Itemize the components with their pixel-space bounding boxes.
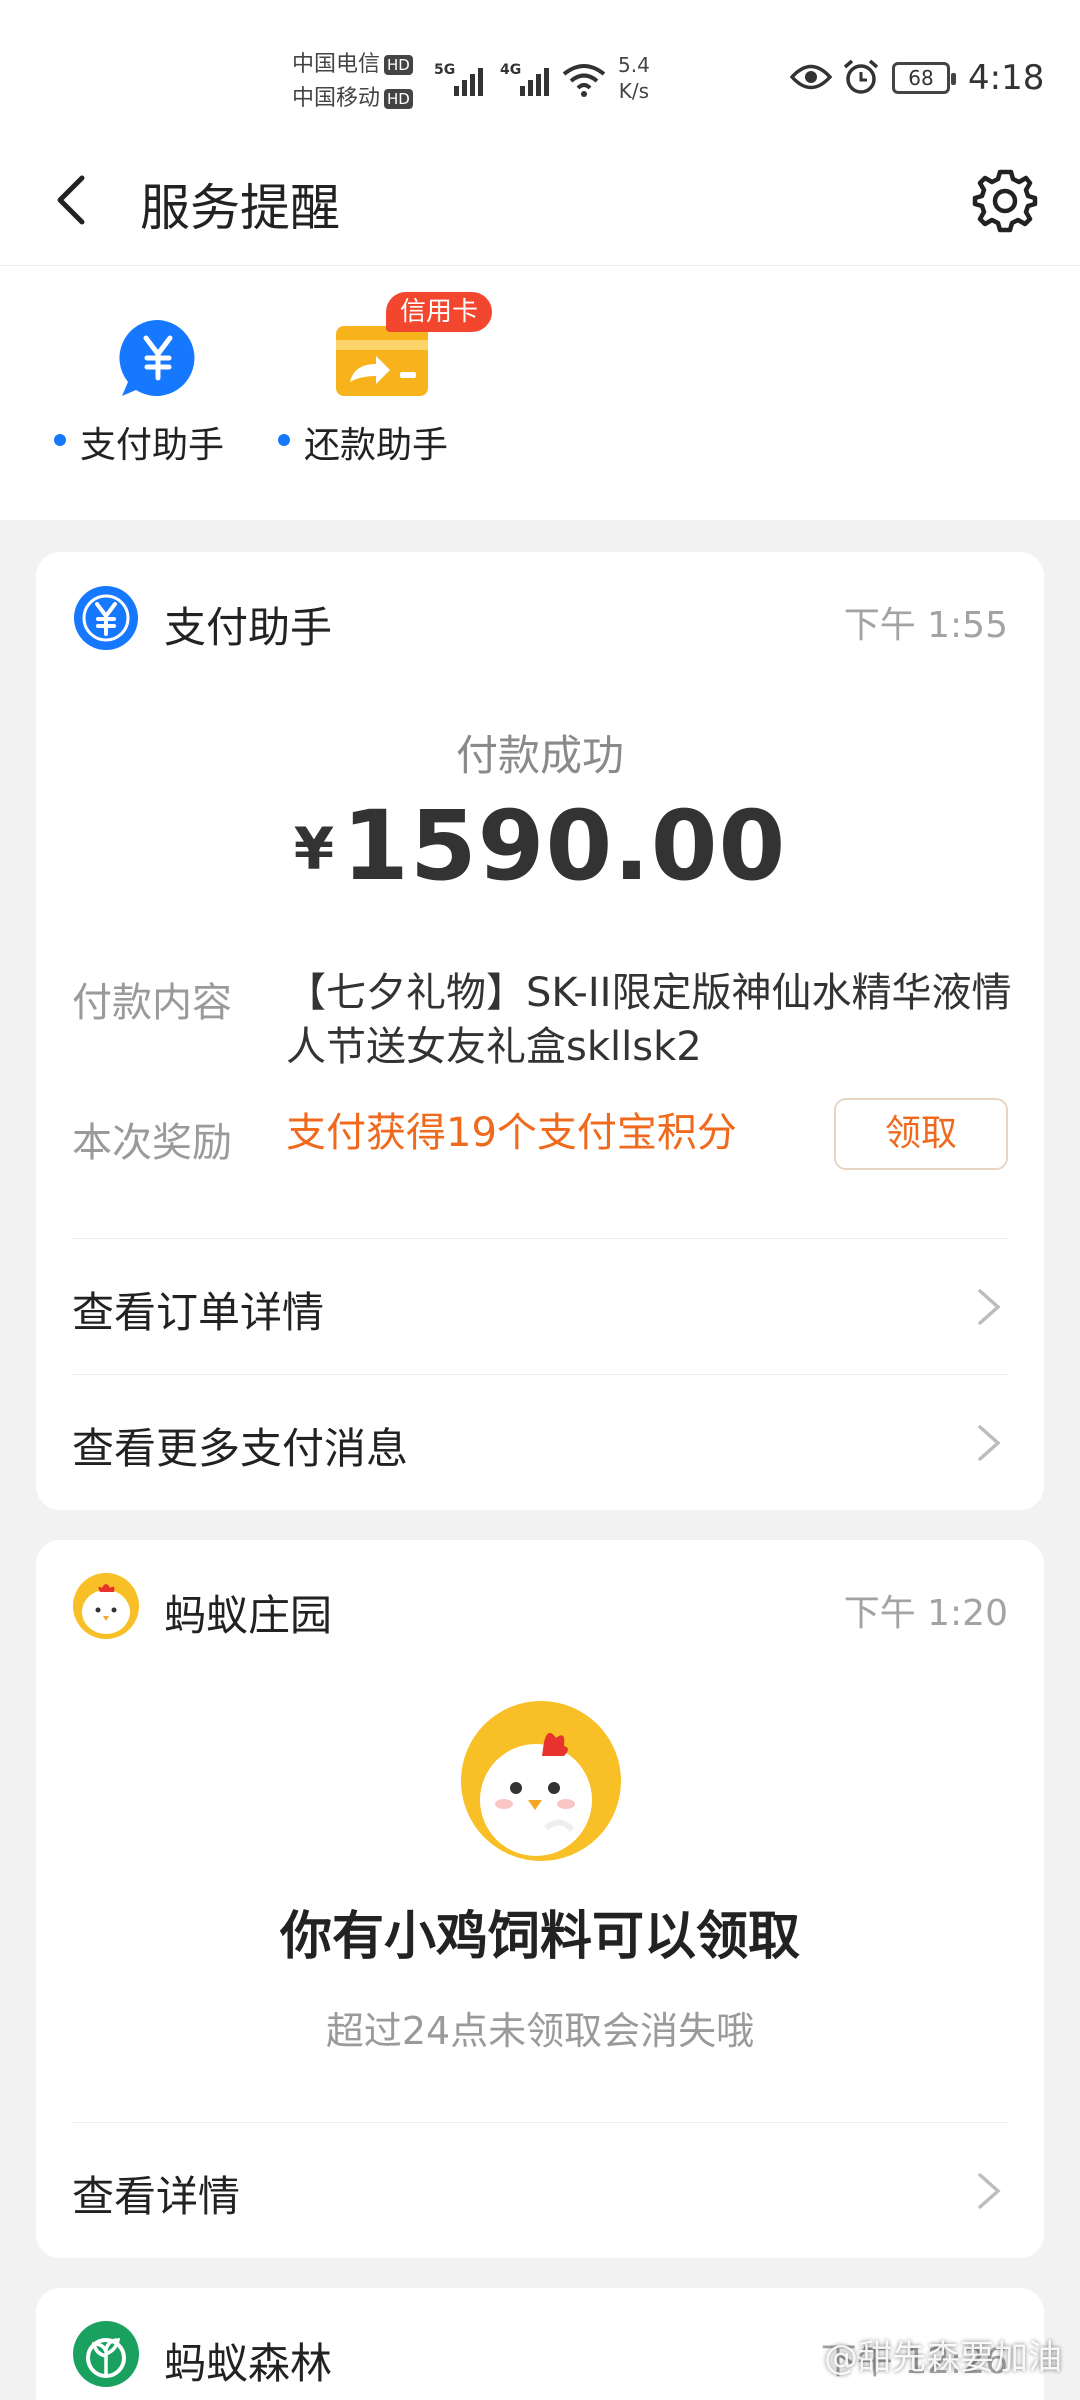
watermark: @甜先森要加油: [824, 2338, 1062, 2378]
view-detail-link[interactable]: 查看详情: [72, 2122, 1008, 2258]
eye-icon: [790, 64, 832, 90]
chevron-right-icon: [978, 1289, 1001, 1325]
carrier-info: 中国电信 HD 中国移动 HD: [292, 48, 413, 116]
nav-header: 服务提醒: [0, 140, 1080, 266]
payment-amount: ¥1590.00: [36, 790, 1044, 902]
chevron-left-icon[interactable]: [44, 170, 104, 230]
yuan-chat-icon: [119, 319, 195, 396]
card-header: 支付助手 下午 1:55: [72, 582, 1008, 654]
yuan-coin-icon: [74, 586, 138, 650]
sprout-icon: [73, 2321, 139, 2387]
gear-icon[interactable]: [970, 166, 1040, 236]
order-detail-link[interactable]: 查看订单详情: [72, 1238, 1008, 1374]
feed-subline: 超过24点未领取会消失哦: [325, 2009, 755, 2053]
signal-5g-icon: 5G: [434, 60, 494, 96]
alarm-icon: [843, 59, 879, 94]
feed-headline: 你有小鸡饲料可以领取: [279, 1907, 800, 1967]
carrier-1: 中国电信: [292, 52, 381, 77]
battery-icon: 68: [892, 62, 956, 94]
chick-illustration: [461, 1701, 621, 1861]
chick-avatar-icon: [73, 1573, 139, 1639]
clock: 4:18: [968, 58, 1045, 98]
content-value: 【七夕礼物】SK-II限定版神仙水精华液情人节送女友礼盒skllsk2: [286, 970, 1012, 1070]
card-sender-name: 蚂蚁森林: [164, 2339, 333, 2388]
more-payments-link[interactable]: 查看更多支付消息: [72, 1374, 1008, 1510]
hd-badge: HD: [384, 55, 413, 75]
card-header: 蚂蚁庄园 下午 1:20: [72, 1570, 1008, 1642]
credit-card-badge: 信用卡: [386, 292, 493, 332]
page-title: 服务提醒: [140, 179, 340, 237]
payment-status: 付款成功: [455, 731, 624, 780]
quick-entry-label: 还款助手: [277, 416, 448, 468]
link-label: 查看订单详情: [72, 1288, 325, 1337]
wifi-icon: [562, 64, 606, 97]
hd-badge: HD: [384, 89, 413, 109]
content-label: 付款内容: [72, 980, 232, 1026]
card-timestamp: 下午 1:55: [843, 605, 1008, 646]
card-sender-name: 支付助手: [164, 603, 333, 652]
reward-label: 本次奖励: [72, 1120, 232, 1166]
link-label: 查看更多支付消息: [72, 1424, 409, 1473]
card-repay-icon: [336, 326, 428, 396]
card-timestamp: 下午 1:20: [843, 1593, 1008, 1634]
pay-assistant-card: 支付助手 下午 1:55 付款成功 ¥1590.00 付款内容 【七夕礼物】SK…: [36, 552, 1044, 1510]
network-speed: 5.4 K/s: [618, 53, 650, 103]
currency-symbol: ¥: [293, 815, 335, 883]
carrier-2: 中国移动: [292, 86, 381, 111]
chevron-right-icon: [978, 1425, 1001, 1461]
ant-farm-card: 蚂蚁庄园 下午 1:20 你有小鸡饲料可以领取 超过24点未领取会消失哦 查看详…: [36, 1540, 1044, 2258]
amount-value: 1590.00: [342, 790, 787, 902]
link-label: 查看详情: [72, 2172, 241, 2221]
quick-entries: 支付助手 信用卡 还款助手: [0, 266, 1080, 520]
quick-entry-label: 支付助手: [53, 416, 224, 468]
chevron-right-icon: [978, 2173, 1001, 2209]
claim-button[interactable]: 领取: [834, 1098, 1008, 1170]
status-bar: 中国电信 HD 中国移动 HD 5G 4G 5.4 K/s 68 4:18: [0, 0, 1080, 140]
card-sender-name: 蚂蚁庄园: [164, 1591, 333, 1640]
signal-4g-icon: 4G: [500, 60, 560, 96]
